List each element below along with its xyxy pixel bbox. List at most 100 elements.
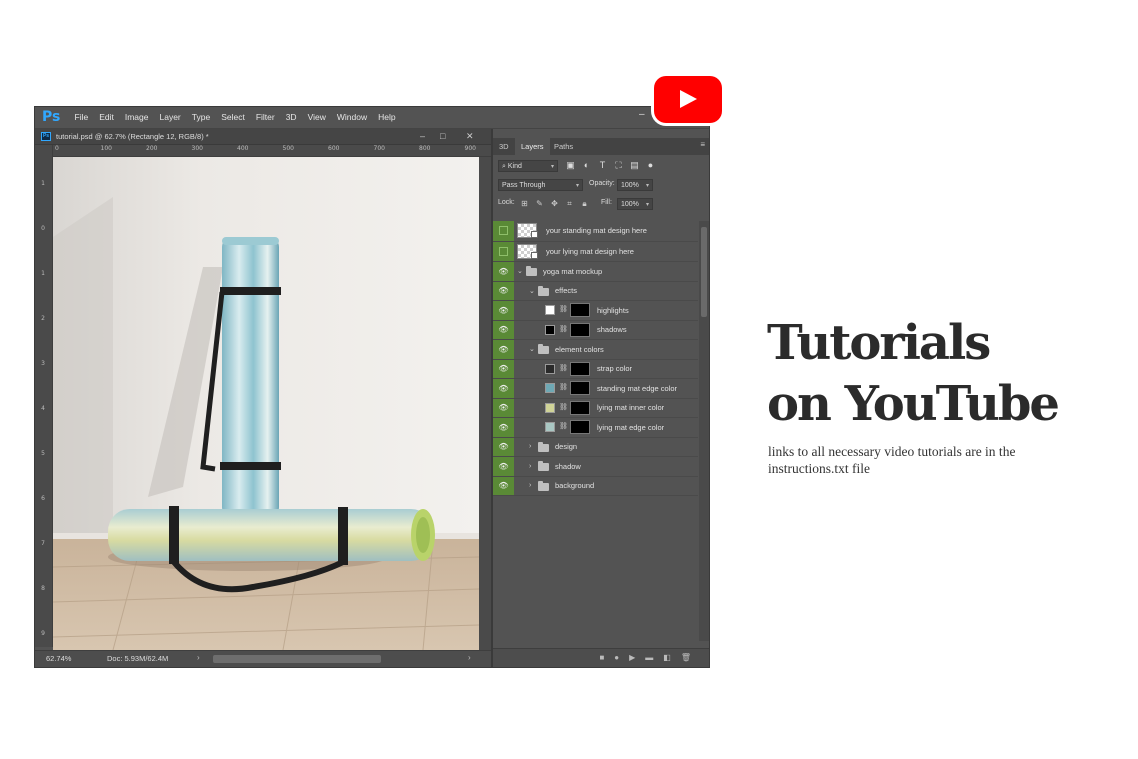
opacity-field[interactable]: 100% ▾ (617, 179, 653, 191)
chevron-down-icon[interactable]: ⌄ (529, 340, 535, 359)
eye-icon[interactable]: 👁︎ (493, 320, 514, 339)
tab-paths[interactable]: Paths (548, 138, 579, 155)
fill-field[interactable]: 100% ▾ (617, 198, 653, 210)
layer-row[interactable]: 👁︎ ⌄ effects (493, 281, 698, 301)
menu-type[interactable]: Type (186, 107, 215, 128)
canvas-horizontal-scrollbar[interactable] (213, 655, 381, 663)
visibility-off-icon[interactable] (493, 241, 514, 261)
lock-transparent-icon[interactable]: ⊞ (519, 198, 530, 209)
link-icon[interactable]: ⛓ (559, 422, 568, 430)
menu-layer[interactable]: Layer (154, 107, 186, 128)
layer-row[interactable]: 👁︎ › background (493, 476, 698, 496)
eye-icon[interactable]: 👁︎ (493, 340, 514, 359)
layer-row[interactable]: 👁︎ › shadow (493, 457, 698, 477)
pixel-filter-icon[interactable]: ▣ (565, 160, 576, 171)
minimize-icon[interactable]: – (639, 109, 645, 120)
tab-layers[interactable]: Layers (515, 138, 550, 155)
tab-3d[interactable]: 3D (493, 138, 515, 155)
panel-menu-icon[interactable]: ≡ (700, 140, 705, 149)
menu-file[interactable]: File (69, 107, 94, 128)
menu-view[interactable]: View (302, 107, 331, 128)
lock-image-icon[interactable]: ✎ (534, 198, 545, 209)
layer-mask-thumbnail[interactable] (570, 303, 590, 317)
layer-row[interactable]: 👁︎ ⛓ lying mat edge color (493, 418, 698, 438)
chevron-right-icon[interactable]: › (529, 457, 531, 476)
layer-row[interactable]: 👁︎ ⛓ highlights (493, 301, 698, 321)
lock-position-icon[interactable]: ✥ (549, 198, 560, 209)
document-tab[interactable]: Ps tutorial.psd @ 62.7% (Rectangle 12, R… (35, 129, 491, 145)
layer-row[interactable]: 👁︎ ⛓ lying mat inner color (493, 398, 698, 418)
visibility-off-icon[interactable] (493, 221, 514, 241)
layer-row[interactable]: your lying mat design here (493, 241, 698, 262)
delete-layer-icon[interactable]: 🗑︎ (681, 653, 691, 662)
layer-mask-thumbnail[interactable] (570, 381, 590, 395)
blend-mode-select[interactable]: Pass Through ▾ (498, 179, 583, 191)
scroll-right-icon[interactable]: › (468, 653, 471, 662)
eye-icon[interactable]: 👁︎ (493, 301, 514, 320)
chevron-down-icon[interactable]: ⌄ (517, 262, 523, 281)
link-icon[interactable]: ⛓ (559, 325, 568, 333)
eye-icon[interactable]: 👁︎ (493, 281, 514, 300)
menu-select[interactable]: Select (216, 107, 251, 128)
doc-close-icon[interactable]: ✕ (466, 129, 474, 144)
menu-edit[interactable]: Edit (94, 107, 120, 128)
layers-scrollbar[interactable] (699, 221, 709, 641)
filter-kind-select[interactable]: ⌕ Kind ▾ (498, 160, 558, 172)
layer-mask-thumbnail[interactable] (570, 400, 590, 415)
link-icon[interactable]: ⛓ (559, 403, 568, 411)
vertical-ruler[interactable]: 1 0 1 2 3 4 5 6 7 8 9 (35, 145, 53, 647)
smart-object-filter-icon[interactable]: ▤ (629, 160, 640, 171)
filter-toggle-icon[interactable]: ● (645, 160, 656, 171)
eye-icon[interactable]: 👁︎ (493, 476, 514, 495)
doc-minimize-icon[interactable]: – (420, 129, 425, 144)
doc-maximize-icon[interactable]: □ (440, 129, 445, 144)
layer-row[interactable]: your standing mat design here (493, 221, 698, 242)
doc-size-info[interactable]: Doc: 5.93M/62.4M (107, 654, 168, 663)
eye-icon[interactable]: 👁︎ (493, 418, 514, 437)
chevron-right-icon[interactable]: › (529, 438, 531, 457)
link-icon[interactable]: ⛓ (559, 383, 568, 391)
lock-all-icon[interactable]: 🔒︎ (579, 198, 590, 209)
link-icon[interactable]: ⛓ (559, 305, 568, 313)
add-layer-style-icon[interactable]: ■ (599, 653, 604, 662)
adjustment-filter-icon[interactable]: ◐ (581, 160, 592, 171)
new-group-icon[interactable]: ▬ (645, 653, 653, 662)
layer-row[interactable]: 👁︎ ⛓ strap color (493, 359, 698, 379)
layer-mask-thumbnail[interactable] (570, 361, 590, 376)
fill-color-swatch[interactable] (545, 402, 555, 413)
link-icon[interactable]: ⛓ (559, 364, 568, 372)
status-arrow-icon[interactable]: › (197, 653, 200, 662)
eye-icon[interactable]: 👁︎ (493, 457, 514, 476)
layer-row[interactable]: 👁︎ ⛓ standing mat edge color (493, 379, 698, 399)
lock-artboard-icon[interactable]: ⌗ (564, 198, 575, 209)
layer-mask-thumbnail[interactable] (570, 322, 590, 337)
menu-help[interactable]: Help (373, 107, 401, 128)
layer-row[interactable]: 👁︎ ⌄ yoga mat mockup (493, 262, 698, 282)
fill-color-swatch[interactable] (545, 363, 555, 374)
eye-icon[interactable]: 👁︎ (493, 262, 514, 281)
document-canvas[interactable] (53, 157, 479, 650)
canvas-vertical-scrollbar[interactable] (479, 157, 491, 650)
type-filter-icon[interactable]: T (597, 160, 608, 171)
shape-filter-icon[interactable]: ⛶ (613, 160, 624, 171)
fill-color-swatch[interactable] (545, 324, 555, 335)
eye-icon[interactable]: 👁︎ (493, 359, 514, 378)
eye-icon[interactable]: 👁︎ (493, 379, 514, 398)
new-layer-icon[interactable]: ◧ (663, 653, 671, 662)
menu-filter[interactable]: Filter (250, 107, 280, 128)
layer-row[interactable]: 👁︎ ⛓ shadows (493, 320, 698, 340)
layer-mask-thumbnail[interactable] (570, 420, 590, 434)
add-mask-icon[interactable]: ● (614, 653, 619, 662)
zoom-level[interactable]: 62.74% (46, 654, 71, 663)
horizontal-ruler[interactable]: 0 100 200 300 400 500 600 700 800 900 (52, 145, 491, 157)
fill-color-swatch[interactable] (545, 383, 555, 393)
chevron-right-icon[interactable]: › (529, 477, 531, 496)
layer-row[interactable]: 👁︎ › design (493, 437, 698, 457)
menu-3d[interactable]: 3D (280, 107, 302, 128)
adjustment-layer-icon[interactable]: ▶ (629, 653, 635, 662)
fill-color-swatch[interactable] (545, 305, 555, 315)
youtube-logo[interactable] (654, 76, 722, 123)
layers-scrollbar-thumb[interactable] (701, 227, 707, 317)
menu-window[interactable]: Window (331, 107, 372, 128)
eye-icon[interactable]: 👁︎ (493, 398, 514, 417)
